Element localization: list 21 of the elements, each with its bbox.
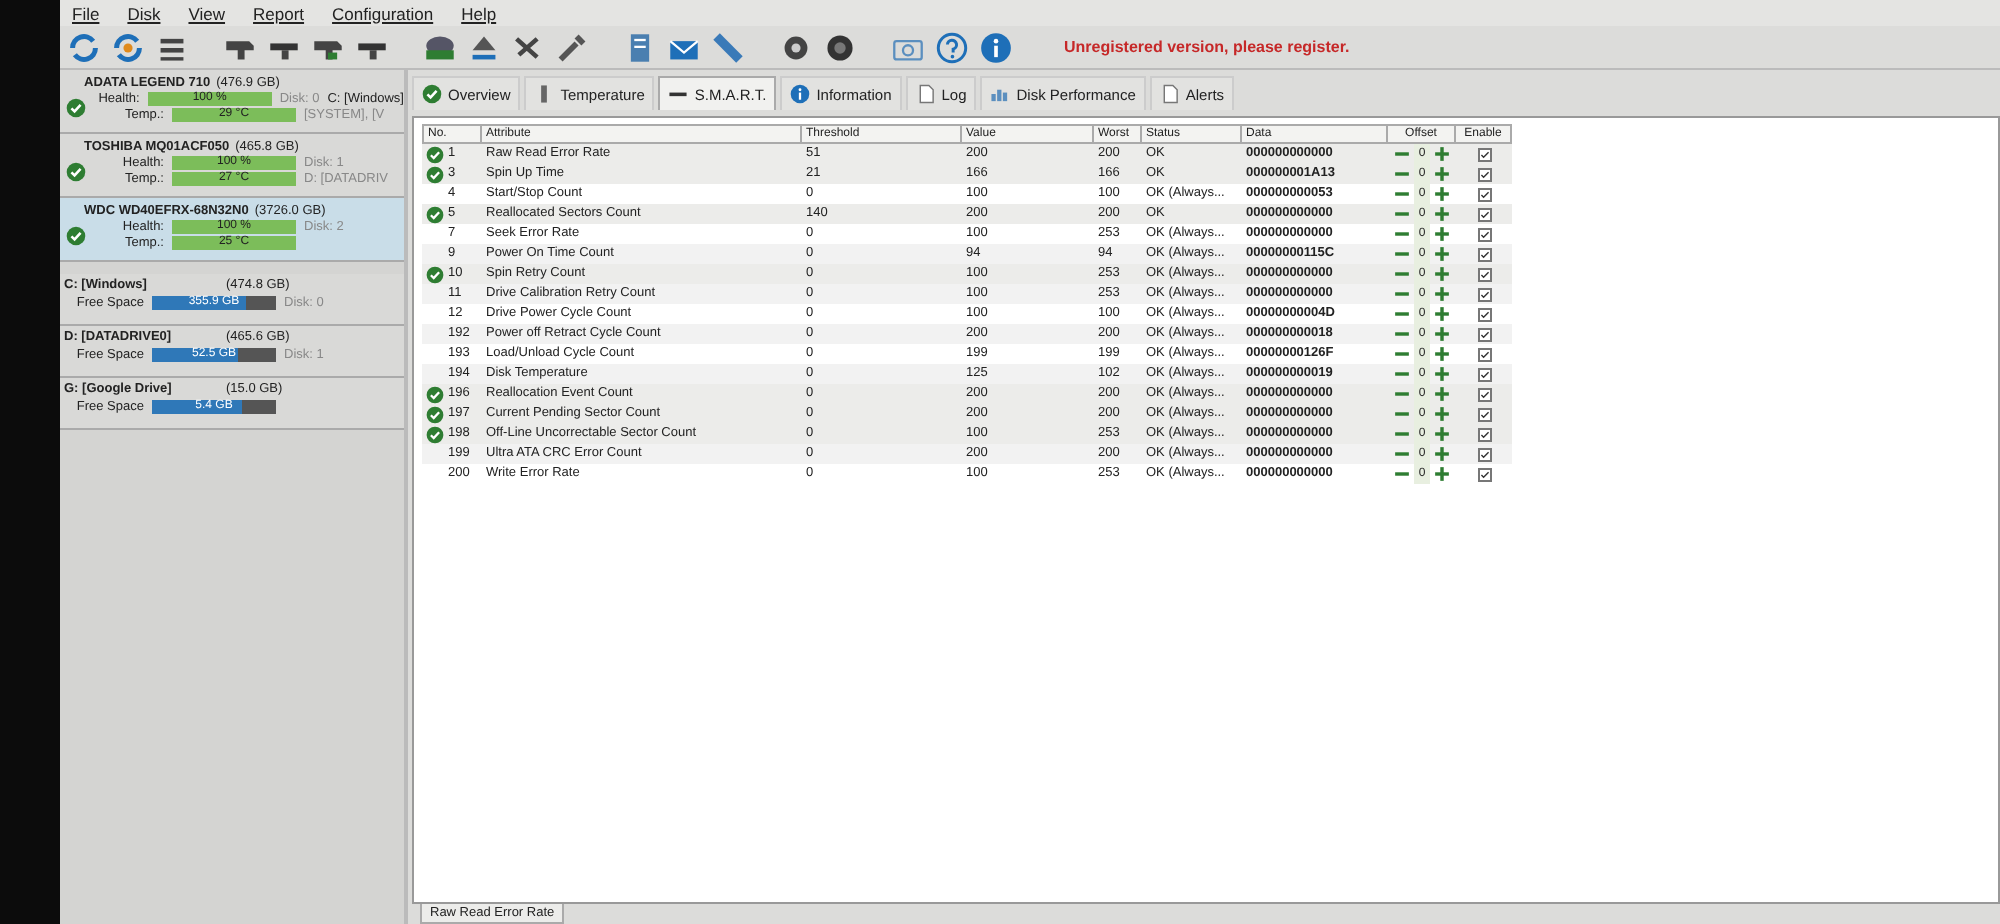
menu-item[interactable]: View [188, 3, 226, 23]
menu-item[interactable]: File [72, 3, 100, 23]
registration-notice: Unregistered version, please register. [1064, 38, 1350, 56]
bar-chart-icon [990, 84, 1011, 104]
menu-item[interactable]: Disk [127, 3, 161, 23]
refresh-icon[interactable] [112, 31, 144, 63]
menu-item[interactable]: Report [253, 3, 305, 23]
ok-check-icon [422, 84, 442, 104]
eject-icon[interactable] [468, 31, 500, 63]
ok-check-icon [66, 98, 86, 118]
ok-check-icon [66, 162, 86, 182]
document-icon [1159, 84, 1180, 104]
hard-disk-icon[interactable] [424, 31, 456, 63]
refresh-icon[interactable] [68, 31, 100, 63]
menu-item[interactable]: Configuration [332, 3, 434, 23]
info-icon[interactable] [980, 31, 1012, 63]
help-icon[interactable] [936, 31, 968, 63]
ok-check-icon [66, 226, 86, 246]
document-icon [915, 84, 936, 104]
menu-item[interactable]: Help [461, 3, 497, 23]
info-icon [790, 84, 811, 104]
